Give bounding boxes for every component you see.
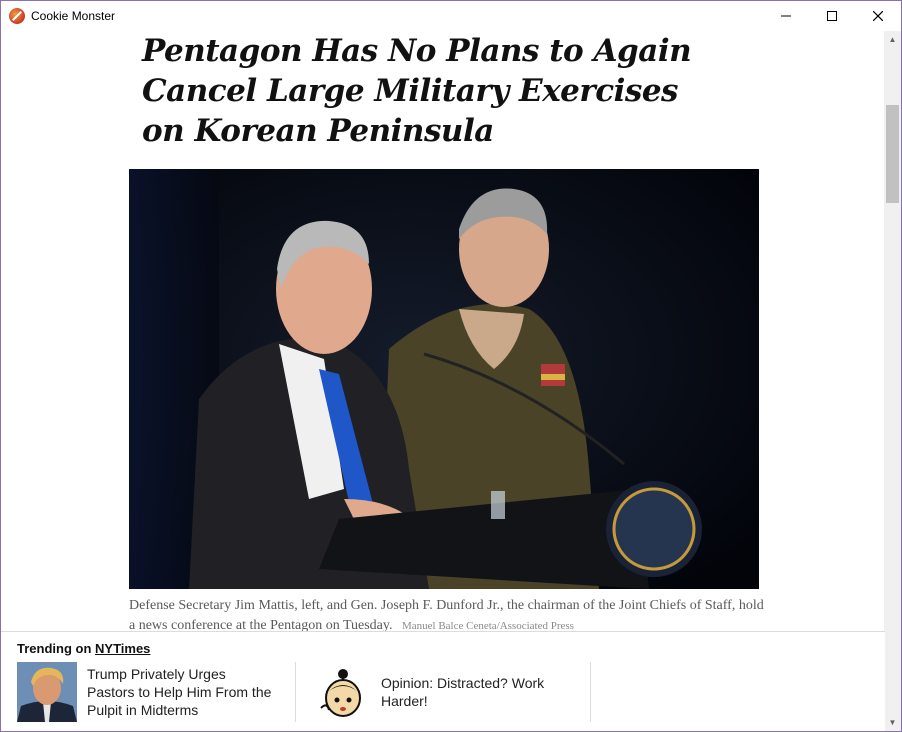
scrollbar-thumb[interactable] bbox=[886, 105, 899, 203]
trending-item-title: Opinion: Distracted? Work Harder! bbox=[381, 675, 545, 709]
photo-caption: Defense Secretary Jim Mattis, left, and … bbox=[129, 596, 769, 631]
trending-item-2[interactable]: Opinion: Distracted? Work Harder! bbox=[313, 662, 583, 722]
app-window: Cookie Monster Pentagon Has No Plans to … bbox=[0, 0, 902, 732]
nytimes-link[interactable]: NYTimes bbox=[95, 641, 150, 656]
portrait-thumbnail bbox=[17, 662, 77, 722]
minimize-icon bbox=[781, 15, 791, 17]
article-content: Pentagon Has No Plans to Again Cancel La… bbox=[1, 31, 885, 631]
press-conference-image bbox=[129, 169, 759, 589]
title-bar[interactable]: Cookie Monster bbox=[1, 1, 901, 31]
cartoon-thumbnail bbox=[313, 662, 373, 722]
trending-header: Trending on NYTimes bbox=[17, 641, 150, 656]
vertical-scrollbar[interactable]: ▲ ▼ bbox=[884, 31, 901, 731]
trending-divider bbox=[590, 662, 591, 722]
trending-label: Trending on bbox=[17, 641, 92, 656]
close-icon bbox=[873, 11, 883, 21]
maximize-button[interactable] bbox=[809, 1, 855, 31]
trending-item-title: Trump Privately Urges Pastors to Help Hi… bbox=[87, 666, 272, 718]
window-title: Cookie Monster bbox=[31, 9, 116, 23]
photo-credit: Manuel Balce Ceneta/Associated Press bbox=[401, 620, 574, 631]
minimize-button[interactable] bbox=[763, 1, 809, 31]
cookie-app-icon bbox=[9, 8, 25, 24]
trending-bar: Trending on NYTimes Trump Privately Urge… bbox=[1, 631, 885, 731]
maximize-icon bbox=[827, 11, 837, 21]
scroll-down-arrow-icon[interactable]: ▼ bbox=[884, 714, 901, 731]
trending-item-1[interactable]: Trump Privately Urges Pastors to Help Hi… bbox=[17, 662, 287, 722]
window-controls bbox=[763, 1, 901, 31]
scroll-up-arrow-icon[interactable]: ▲ bbox=[884, 31, 901, 48]
article-headline: Pentagon Has No Plans to Again Cancel La… bbox=[142, 33, 692, 149]
close-button[interactable] bbox=[855, 1, 901, 31]
trending-divider bbox=[295, 662, 296, 722]
article-photo[interactable] bbox=[129, 169, 759, 589]
